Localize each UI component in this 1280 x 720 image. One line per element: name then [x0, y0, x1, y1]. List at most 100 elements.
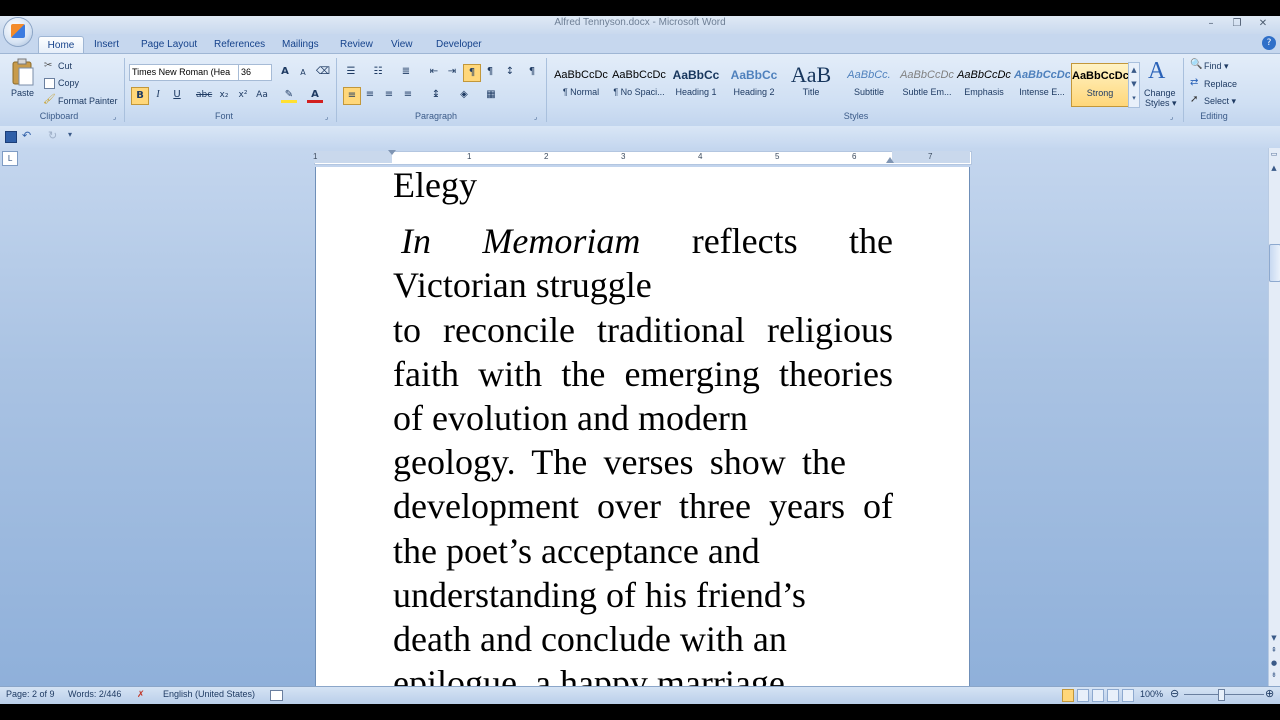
zoom-level[interactable]: 100% — [1140, 689, 1163, 699]
print-layout-view-icon[interactable] — [1062, 689, 1074, 702]
customize-qat-icon[interactable]: ▾ — [68, 130, 72, 139]
font-name-combo[interactable]: Times New Roman (Hea — [129, 64, 239, 81]
rtl-icon[interactable]: ¶ — [482, 64, 498, 80]
clear-formatting-icon[interactable]: ⌫ — [315, 64, 331, 80]
borders-icon[interactable]: ▦ — [483, 87, 499, 103]
styles-launcher-icon[interactable]: ⌟ — [1170, 113, 1173, 121]
macro-record-icon[interactable] — [270, 690, 283, 701]
find-button[interactable]: Find ▾ — [1204, 61, 1229, 72]
tab-home[interactable]: Home — [38, 36, 84, 54]
style-tile[interactable]: AaBbCc Heading 1 — [668, 63, 724, 105]
decrease-indent-icon[interactable]: ⇤ — [426, 64, 442, 80]
full-screen-reading-icon[interactable] — [1077, 689, 1089, 702]
page-indicator[interactable]: Page: 2 of 9 — [6, 689, 55, 699]
tab-view[interactable]: View — [391, 36, 413, 53]
scroll-up-icon[interactable]: ▲ — [1269, 164, 1279, 174]
web-layout-icon[interactable] — [1092, 689, 1104, 702]
tab-page-layout[interactable]: Page Layout — [141, 36, 197, 53]
align-center-icon[interactable]: ≡ — [362, 87, 378, 103]
first-line-indent-marker[interactable] — [388, 150, 396, 155]
office-button[interactable] — [4, 18, 32, 46]
align-right-icon[interactable]: ≡ — [381, 87, 397, 103]
proofing-icon[interactable]: ✗ — [137, 689, 145, 700]
style-tile[interactable]: AaBbCcDc ¶ No Spaci... — [611, 63, 667, 105]
change-styles-button[interactable]: Change — [1144, 88, 1176, 98]
align-left-icon[interactable]: ≡ — [343, 87, 361, 105]
style-tile[interactable]: AaBbCcDc Strong — [1071, 63, 1129, 107]
sort-icon[interactable]: ↕ — [502, 64, 518, 80]
tab-mailings[interactable]: Mailings — [282, 36, 319, 53]
increase-indent-icon[interactable]: ⇥ — [444, 64, 460, 80]
zoom-slider-thumb[interactable] — [1218, 689, 1225, 701]
change-styles-icon[interactable]: A — [1148, 58, 1165, 85]
ruler-toggle-icon[interactable]: ▭ — [1269, 150, 1279, 162]
multilevel-list-icon[interactable]: ≣ — [398, 64, 414, 80]
zoom-in-icon[interactable]: ⊕ — [1265, 687, 1274, 700]
paragraph-launcher-icon[interactable]: ⌟ — [534, 113, 537, 121]
draft-view-icon[interactable] — [1122, 689, 1134, 702]
paste-icon[interactable] — [10, 58, 36, 88]
bold-button[interactable]: B — [131, 87, 149, 105]
document-body[interactable]: Elegy In Memoriam reflects the Victorian… — [393, 167, 893, 687]
horizontal-ruler[interactable] — [314, 151, 972, 165]
ltr-icon[interactable]: ¶ — [463, 64, 481, 82]
italic-button[interactable]: I — [150, 87, 166, 103]
style-tile[interactable]: AaBbCc Heading 2 — [726, 63, 782, 105]
change-styles-button-line2[interactable]: Styles ▾ — [1145, 98, 1177, 109]
replace-button[interactable]: Replace — [1204, 79, 1237, 89]
shrink-font-icon[interactable]: A — [295, 65, 311, 81]
format-painter-button[interactable]: Format Painter — [58, 96, 118, 106]
style-tile[interactable]: AaBbCcDc Emphasis — [956, 63, 1012, 105]
bullets-icon[interactable]: ☰ — [343, 64, 359, 80]
grow-font-icon[interactable]: A — [277, 64, 293, 80]
change-case-button[interactable]: Aa — [254, 87, 270, 103]
strikethrough-button[interactable]: abc — [196, 87, 212, 103]
style-tile[interactable]: AaBbCc. Subtitle — [841, 63, 897, 105]
redo-icon[interactable]: ↻ — [48, 129, 57, 142]
help-icon[interactable]: ? — [1262, 36, 1276, 50]
undo-icon[interactable]: ↶ — [22, 129, 31, 142]
save-icon[interactable] — [5, 131, 17, 143]
highlight-icon[interactable]: ✎ — [281, 87, 297, 103]
tab-review[interactable]: Review — [340, 36, 373, 53]
vertical-scrollbar[interactable] — [1268, 148, 1280, 686]
tab-developer[interactable]: Developer — [436, 36, 482, 53]
numbering-icon[interactable]: ☷ — [370, 64, 386, 80]
scroll-down-icon[interactable]: ▼ — [1269, 634, 1279, 642]
paste-button[interactable]: Paste — [11, 88, 34, 98]
word-count[interactable]: Words: 2/446 — [68, 689, 121, 699]
subscript-button[interactable]: x₂ — [216, 87, 232, 103]
document-page[interactable]: Elegy In Memoriam reflects the Victorian… — [316, 167, 969, 687]
zoom-out-icon[interactable]: ⊖ — [1170, 687, 1179, 700]
next-page-icon[interactable]: ⇟ — [1269, 671, 1279, 679]
font-color-icon[interactable]: A — [307, 87, 323, 103]
language-indicator[interactable]: English (United States) — [163, 689, 255, 699]
superscript-button[interactable]: x² — [235, 87, 251, 103]
style-tile[interactable]: AaBbCcDc ¶ Normal — [553, 63, 609, 105]
outline-view-icon[interactable] — [1107, 689, 1119, 702]
styles-scroll-icon[interactable]: ▲ ▼ ▾ — [1128, 62, 1140, 108]
tab-insert[interactable]: Insert — [94, 36, 119, 53]
shading-icon[interactable]: ◈ — [456, 87, 472, 103]
tab-selector-icon[interactable]: L — [2, 151, 18, 166]
scrollbar-thumb[interactable] — [1269, 244, 1280, 282]
select-browse-object-icon[interactable]: ● — [1269, 659, 1279, 667]
select-button[interactable]: Select ▾ — [1204, 96, 1236, 107]
underline-button[interactable]: U — [169, 87, 185, 103]
show-marks-icon[interactable]: ¶ — [524, 64, 540, 80]
font-size-combo[interactable]: 36 — [238, 64, 272, 81]
font-launcher-icon[interactable]: ⌟ — [325, 113, 328, 121]
minimize-button[interactable]: – — [1202, 17, 1220, 31]
tab-references[interactable]: References — [214, 36, 265, 53]
style-tile[interactable]: AaBbCcDc Intense E... — [1014, 63, 1070, 105]
clipboard-launcher-icon[interactable]: ⌟ — [113, 113, 116, 121]
style-tile[interactable]: AaB Title — [783, 63, 839, 105]
copy-button[interactable]: Copy — [58, 78, 79, 88]
justify-icon[interactable]: ≡ — [400, 87, 416, 103]
line-spacing-icon[interactable]: ↨ — [428, 87, 444, 103]
style-tile[interactable]: AaBbCcDc Subtle Em... — [899, 63, 955, 105]
previous-page-icon[interactable]: ⇞ — [1269, 646, 1279, 654]
restore-button[interactable]: ❐ — [1228, 17, 1246, 31]
close-button[interactable]: ✕ — [1254, 17, 1272, 31]
right-indent-marker[interactable] — [886, 157, 894, 163]
